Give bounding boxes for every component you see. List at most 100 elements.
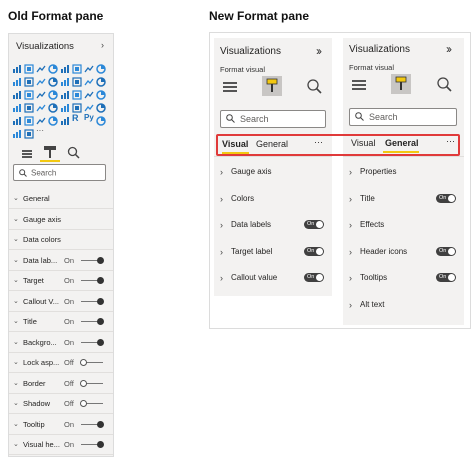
toggle-slider[interactable] xyxy=(81,297,104,305)
visual-type-icon[interactable] xyxy=(96,74,106,87)
old-search-input[interactable]: Search xyxy=(13,164,106,181)
toggle-slider[interactable] xyxy=(81,277,104,284)
visual-type-icon[interactable] xyxy=(36,87,46,99)
visual-type-icon[interactable] xyxy=(12,74,22,86)
on-toggle[interactable]: On xyxy=(304,220,324,229)
visual-type-icon[interactable] xyxy=(48,74,58,87)
format-card-row[interactable]: › Gauge axis xyxy=(214,159,332,185)
divider xyxy=(214,156,332,157)
format-visual-paintbrush-icon[interactable] xyxy=(262,76,282,96)
visual-type-icon[interactable] xyxy=(12,87,22,99)
visual-type-icon[interactable] xyxy=(36,100,46,112)
toggle-slider[interactable] xyxy=(81,338,104,346)
visual-type-icon[interactable] xyxy=(36,61,46,73)
visual-type-icon[interactable] xyxy=(60,61,70,73)
chevron-down-icon: ⌄ xyxy=(13,359,19,366)
python-visual-icon[interactable]: Py xyxy=(84,113,94,123)
on-toggle[interactable]: On xyxy=(304,273,324,282)
visual-type-icon[interactable] xyxy=(36,74,46,86)
visual-type-icon[interactable] xyxy=(36,113,46,125)
format-card-row[interactable]: ⌄ Visual he... On xyxy=(9,434,113,455)
visual-type-icon[interactable] xyxy=(12,100,22,112)
visual-type-icon[interactable] xyxy=(48,100,58,113)
toggle-slider[interactable] xyxy=(81,441,104,448)
format-visual-paintbrush-icon[interactable] xyxy=(391,74,411,94)
r-visual-icon[interactable]: R xyxy=(72,113,82,123)
toggle-slider[interactable] xyxy=(81,318,104,325)
format-card-row[interactable]: ⌄ Data lab... On xyxy=(9,250,113,271)
visual-type-icon[interactable] xyxy=(24,113,34,126)
format-tab-paint-roller-icon[interactable] xyxy=(40,144,60,162)
new-left-search-input[interactable]: Search xyxy=(220,110,326,128)
expand-double-chevron-icon[interactable]: ›› xyxy=(316,44,322,58)
new-right-search-input[interactable]: Search xyxy=(349,108,457,126)
visual-type-icon[interactable] xyxy=(48,113,58,126)
format-card-row[interactable]: ⌄ Shadow Off xyxy=(9,393,113,414)
visual-type-icon[interactable] xyxy=(84,100,94,112)
on-toggle[interactable]: On xyxy=(436,193,456,203)
visual-type-icon[interactable] xyxy=(60,74,70,86)
visual-type-icon[interactable] xyxy=(72,87,82,100)
on-toggle[interactable]: On xyxy=(436,246,456,256)
visual-type-icon[interactable] xyxy=(96,100,106,113)
format-card-row[interactable]: › Tooltips On xyxy=(343,265,464,291)
format-card-row[interactable]: › Properties xyxy=(343,159,464,185)
toggle-slider[interactable] xyxy=(80,379,103,387)
visual-type-icon[interactable] xyxy=(12,61,22,73)
format-card-row[interactable]: ⌄ Data colors xyxy=(9,229,113,250)
format-card-row[interactable]: › Effects xyxy=(343,212,464,238)
analytics-magnifier-icon[interactable] xyxy=(436,76,452,97)
build-visual-icon[interactable] xyxy=(351,78,367,97)
expand-double-chevron-icon[interactable]: ›› xyxy=(446,42,452,56)
visual-type-icon[interactable] xyxy=(72,100,82,113)
visual-type-icon[interactable] xyxy=(48,61,58,74)
format-card-row[interactable]: ⌄ Lock asp... Off xyxy=(9,352,113,373)
on-toggle[interactable]: On xyxy=(304,246,324,256)
on-toggle[interactable]: On xyxy=(436,273,456,282)
format-card-row[interactable]: ⌄ Title On xyxy=(9,311,113,332)
format-card-row[interactable]: › Alt text xyxy=(343,292,464,318)
format-card-row[interactable]: › Callout value On xyxy=(214,265,332,291)
format-card-row[interactable]: › Target label On xyxy=(214,239,332,265)
visual-type-icon[interactable] xyxy=(96,61,106,74)
visual-type-icon[interactable] xyxy=(72,61,82,74)
visual-type-icon[interactable] xyxy=(48,87,58,100)
visual-type-icon[interactable] xyxy=(96,113,106,126)
fields-tab-icon[interactable] xyxy=(21,147,33,165)
visual-type-icon[interactable] xyxy=(84,61,94,73)
analytics-magnifier-icon[interactable] xyxy=(306,78,322,99)
toggle-slider[interactable] xyxy=(81,256,104,264)
visual-type-icon[interactable] xyxy=(60,113,70,125)
visual-type-icon[interactable] xyxy=(84,74,94,86)
format-card-row[interactable]: ⌄ Gauge axis xyxy=(9,209,113,230)
more-visuals-icon[interactable]: ··· xyxy=(36,126,46,136)
analytics-tab-magnifier-icon[interactable] xyxy=(67,146,80,164)
format-card-row[interactable]: ⌄ General xyxy=(9,188,113,209)
format-card-row[interactable]: ⌄ Callout V... On xyxy=(9,291,113,312)
visual-type-icon[interactable] xyxy=(24,74,34,87)
visual-type-icon[interactable] xyxy=(24,100,34,113)
visual-type-icon[interactable] xyxy=(24,61,34,74)
format-card-row[interactable]: ⌄ Backgro... On xyxy=(9,332,113,353)
build-visual-icon[interactable] xyxy=(222,80,238,99)
toggle-slider[interactable] xyxy=(80,359,103,366)
visual-type-icon[interactable] xyxy=(60,87,70,99)
format-card-row[interactable]: › Header icons On xyxy=(343,239,464,265)
visual-type-icon[interactable] xyxy=(24,87,34,100)
format-card-row[interactable]: › Data labels On xyxy=(214,212,332,238)
visual-type-icon[interactable] xyxy=(96,87,106,100)
format-card-row[interactable]: › Colors xyxy=(214,186,332,212)
format-card-row[interactable]: ⌄ Tooltip On xyxy=(9,414,113,435)
toggle-slider[interactable] xyxy=(81,420,104,428)
format-card-row[interactable]: › Title On xyxy=(343,186,464,212)
visual-type-icon[interactable] xyxy=(60,100,70,112)
format-card-row[interactable]: ⌄ Border Off xyxy=(9,373,113,394)
visual-type-icon[interactable] xyxy=(84,87,94,99)
format-card-row[interactable]: ⌄ Target On xyxy=(9,270,113,291)
collapse-chevron-icon[interactable]: › xyxy=(101,40,104,50)
visual-type-icon[interactable] xyxy=(72,74,82,87)
visual-type-icon[interactable] xyxy=(24,126,34,139)
visual-type-icon[interactable] xyxy=(12,126,22,138)
visual-type-icon[interactable] xyxy=(12,113,22,125)
toggle-slider[interactable] xyxy=(80,400,103,407)
